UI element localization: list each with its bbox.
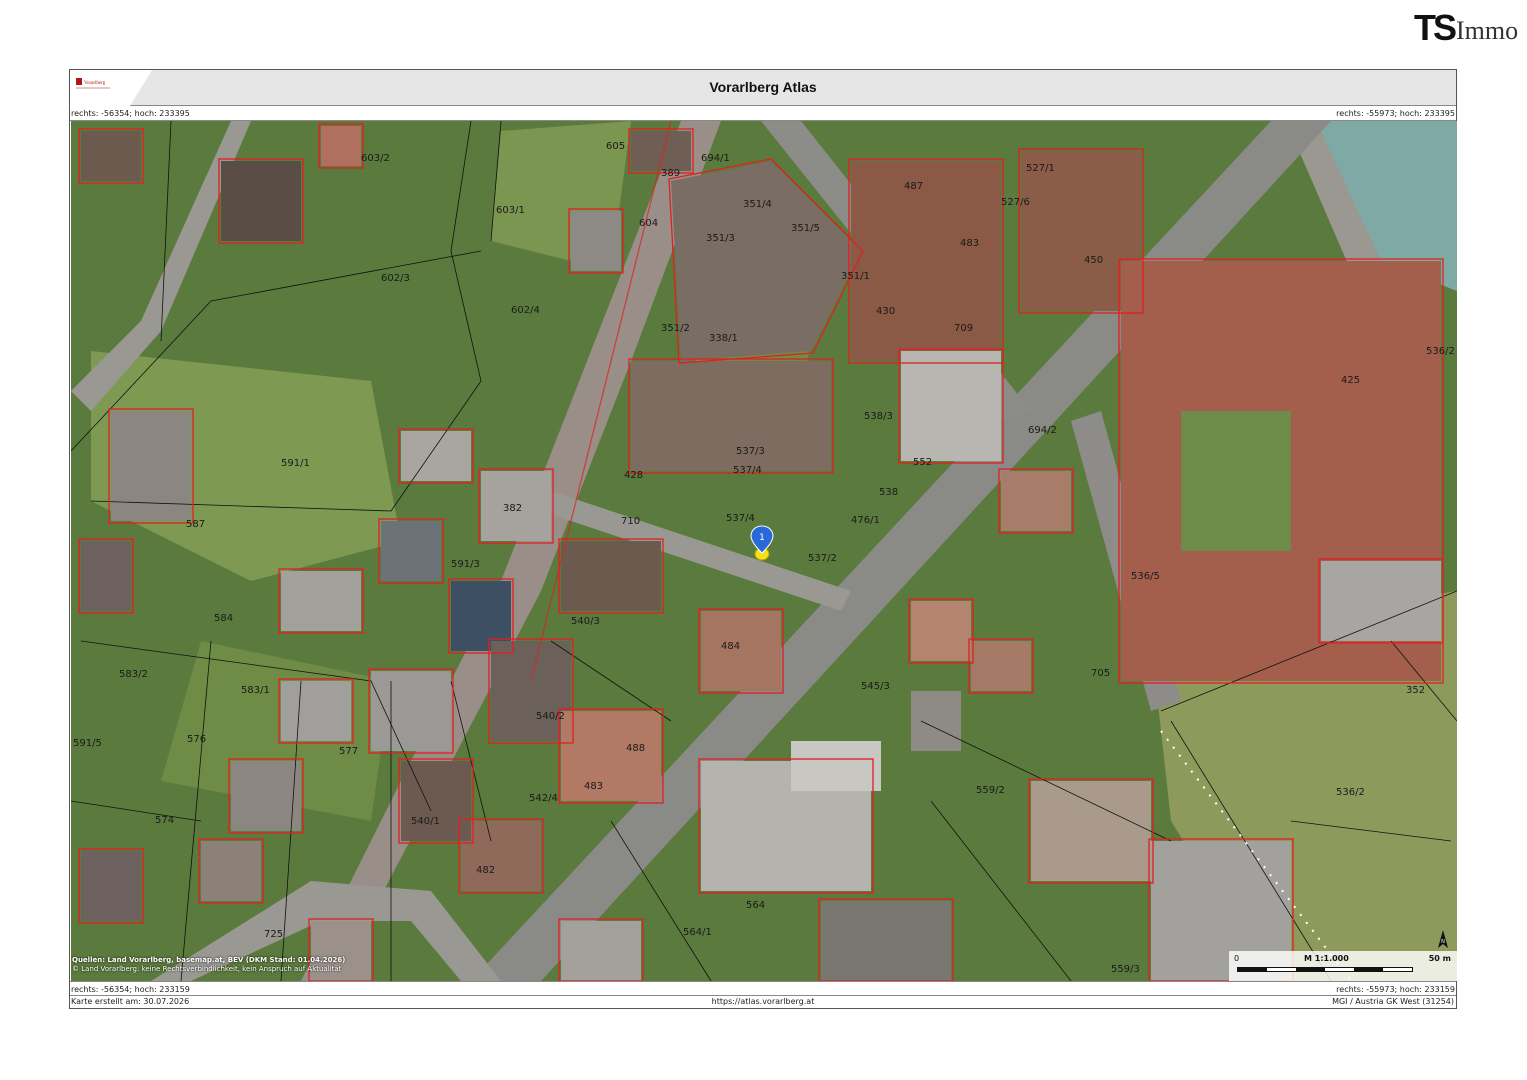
- parcel-label: 527/6: [1001, 197, 1030, 208]
- parcel-label: 482: [476, 865, 495, 876]
- parcel-label: 484: [721, 641, 740, 652]
- parcel-label: 540/1: [411, 816, 440, 827]
- parcel-label: 564/1: [683, 927, 712, 938]
- parcel-label: 536/5: [1131, 571, 1160, 582]
- parcel-label: 428: [624, 470, 643, 481]
- parcel-label: 450: [1084, 255, 1103, 266]
- parcel-label: 583/2: [119, 669, 148, 680]
- parcel-label: 603/1: [496, 205, 525, 216]
- parcel-label: 602/3: [381, 273, 410, 284]
- parcel-label: 542/4: [529, 793, 558, 804]
- parcel-label: 351/3: [706, 233, 735, 244]
- atlas-frame: Vorarlberg Vorarlberg Atlas rechts: -563…: [69, 69, 1457, 1009]
- parcel-label: 483: [584, 781, 603, 792]
- parcel-label: 709: [954, 323, 973, 334]
- logo-immo-text: Immo: [1456, 16, 1519, 45]
- parcel-label: 537/4: [733, 465, 762, 476]
- map-canvas: 603/2 605 389 694/1 604 603/1 602/3 602/…: [71, 121, 1457, 981]
- parcel-label: 559/3: [1111, 964, 1140, 975]
- parcel-label: 694/2: [1028, 425, 1057, 436]
- parcel-label: 540/2: [536, 711, 565, 722]
- parcel-label: 430: [876, 306, 895, 317]
- parcel-label: 603/2: [361, 153, 390, 164]
- parcel-label: 602/4: [511, 305, 540, 316]
- atlas-url-link[interactable]: https://atlas.vorarlberg.at: [70, 995, 1456, 1009]
- parcel-label: 537/3: [736, 446, 765, 457]
- parcel-label: 527/1: [1026, 163, 1055, 174]
- parcel-label: 559/2: [976, 785, 1005, 796]
- parcel-label: 552: [913, 457, 932, 468]
- scale-ratio: M 1:1.000: [1304, 954, 1349, 963]
- parcel-label: 487: [904, 181, 923, 192]
- parcel-label: 545/3: [861, 681, 890, 692]
- parcel-label: 351/4: [743, 199, 772, 210]
- parcel-label: 425: [1341, 375, 1360, 386]
- scale-zero: 0: [1234, 954, 1240, 963]
- parcel-label: 536/2: [1336, 787, 1365, 798]
- scale-segments: [1237, 967, 1413, 972]
- parcel-label: 537/2: [808, 553, 837, 564]
- parcel-label: 476/1: [851, 515, 880, 526]
- north-arrow-icon: N: [1438, 930, 1448, 948]
- aerial-map[interactable]: 603/2 605 389 694/1 604 603/1 602/3 602/…: [71, 121, 1457, 981]
- ts-immo-logo: TS Immo: [1414, 10, 1518, 46]
- parcel-label: 574: [155, 815, 174, 826]
- parcel-label: 587: [186, 519, 205, 530]
- parcel-label: 540/3: [571, 616, 600, 627]
- parcel-label: 488: [626, 743, 645, 754]
- parcel-label: 591/1: [281, 458, 310, 469]
- parcel-label: 382: [503, 503, 522, 514]
- map-footer: Karte erstellt am: 30.07.2026 https://at…: [70, 995, 1456, 1009]
- svg-text:N: N: [1441, 939, 1445, 945]
- parcel-label: 710: [621, 516, 640, 527]
- parcel-label: 591/5: [73, 738, 102, 749]
- parcel-label: 576: [187, 734, 206, 745]
- parcel-label: 725: [264, 929, 283, 940]
- map-header: Vorarlberg Vorarlberg Atlas: [70, 70, 1456, 106]
- parcel-label: 604: [639, 218, 658, 229]
- parcel-label: 538: [879, 487, 898, 498]
- parcel-label: 536/2: [1426, 346, 1455, 357]
- bottom-coordinates: rechts: -56354; hoch: 233159 rechts: -55…: [70, 981, 1456, 996]
- coord-top-left: rechts: -56354; hoch: 233395: [71, 109, 190, 118]
- parcel-label: 577: [339, 746, 358, 757]
- logo-ts-text: TS: [1414, 7, 1457, 48]
- coord-top-right: rechts: -55973; hoch: 233395: [1336, 109, 1455, 118]
- parcel-label: 338/1: [709, 333, 738, 344]
- parcel-label: 351/5: [791, 223, 820, 234]
- sources-line-1: Quellen: Land Vorarlberg, basemap.at, BE…: [72, 956, 346, 964]
- scale-bar: 0 M 1:1.000 50 m: [1229, 951, 1457, 981]
- top-coordinates: rechts: -56354; hoch: 233395 rechts: -55…: [70, 106, 1456, 121]
- parcel-label: 564: [746, 900, 765, 911]
- map-sources: Quellen: Land Vorarlberg, basemap.at, BE…: [72, 956, 345, 974]
- scale-end: 50 m: [1428, 954, 1451, 963]
- parcel-label: 352: [1406, 685, 1425, 696]
- marker-label: 1: [759, 533, 765, 543]
- parcel-label: 705: [1091, 668, 1110, 679]
- parcel-label: 694/1: [701, 153, 730, 164]
- parcel-label: 538/3: [864, 411, 893, 422]
- parcel-label: 584: [214, 613, 233, 624]
- parcel-label: 583/1: [241, 685, 270, 696]
- page-title: Vorarlberg Atlas: [709, 79, 817, 95]
- parcel-label: 591/3: [451, 559, 480, 570]
- sources-line-2: © Land Vorarlberg: keine Rechtsverbindli…: [72, 965, 342, 973]
- parcel-label: 351/2: [661, 323, 690, 334]
- projection-info: MGI / Austria GK West (31254): [1332, 997, 1454, 1006]
- parcel-label: 389: [661, 168, 680, 179]
- parcel-label: 605: [606, 141, 625, 152]
- parcel-label: 351/1: [841, 271, 870, 282]
- parcel-label: 537/4: [726, 513, 755, 524]
- parcel-label: 483: [960, 238, 979, 249]
